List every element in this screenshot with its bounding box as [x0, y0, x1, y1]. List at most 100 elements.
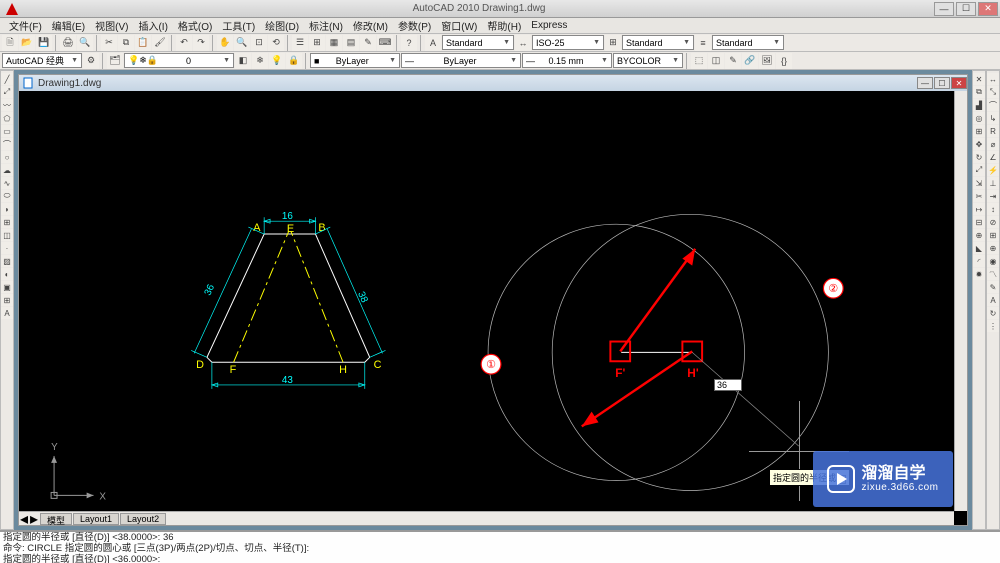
- preview-button[interactable]: 🔍: [77, 35, 93, 51]
- menu-insert[interactable]: 插入(I): [133, 18, 172, 33]
- lineweight-combo[interactable]: — 0.15 mm▼: [522, 53, 612, 68]
- erase-tool[interactable]: ✕: [973, 73, 985, 85]
- dimjogline-tool[interactable]: 〽: [987, 268, 999, 280]
- rectangle-tool[interactable]: ▭: [1, 125, 13, 137]
- command-line[interactable]: 指定圆的半径或 [直径(D)] <38.0000>: 36 命令: CIRCLE…: [0, 530, 1000, 563]
- menu-express[interactable]: Express: [526, 20, 572, 31]
- layer-props-button[interactable]: 🗂: [107, 53, 123, 69]
- layer-freeze-button[interactable]: ❄: [252, 53, 268, 69]
- designcenter-button[interactable]: ⊞: [309, 35, 325, 51]
- menu-window[interactable]: 窗口(W): [436, 18, 482, 33]
- dimlinear-tool[interactable]: ↔: [987, 73, 999, 85]
- minimize-button[interactable]: —: [934, 2, 954, 16]
- explode-tool[interactable]: ✹: [973, 268, 985, 280]
- arc-tool[interactable]: ⌒: [1, 138, 13, 150]
- ellipse-tool[interactable]: ⬭: [1, 190, 13, 202]
- layout-tab-2[interactable]: Layout2: [120, 513, 166, 525]
- open-button[interactable]: 📂: [19, 35, 35, 51]
- redo-button[interactable]: ↷: [193, 35, 209, 51]
- stretch-tool[interactable]: ⇲: [973, 177, 985, 189]
- ellipse-arc-tool[interactable]: ◗: [1, 203, 13, 215]
- block-create-button[interactable]: ◫: [708, 53, 724, 69]
- gradient-tool[interactable]: ◐: [1, 268, 13, 280]
- maximize-button[interactable]: ☐: [956, 2, 976, 16]
- canvas-horizontal-scrollbar[interactable]: ◂▸ 模型 Layout1 Layout2: [19, 511, 954, 525]
- layer-lock-button[interactable]: 🔒: [286, 53, 302, 69]
- block-edit-button[interactable]: ✎: [725, 53, 741, 69]
- dynamic-input[interactable]: [714, 379, 742, 391]
- menu-parametric[interactable]: 参数(P): [393, 18, 436, 33]
- menu-modify[interactable]: 修改(M): [348, 18, 393, 33]
- diminspect-tool[interactable]: ◉: [987, 255, 999, 267]
- tablestyle-icon[interactable]: ⊞: [605, 35, 621, 51]
- copy-tool[interactable]: ⧉: [973, 86, 985, 98]
- dimradius-tool[interactable]: R: [987, 125, 999, 137]
- menu-file[interactable]: 文件(F): [4, 18, 47, 33]
- break-tool[interactable]: ⊟: [973, 216, 985, 228]
- dimaligned-tool[interactable]: ⤡: [987, 86, 999, 98]
- dimbreak-tool[interactable]: ⊘: [987, 216, 999, 228]
- line-tool[interactable]: ╱: [1, 73, 13, 85]
- layer-iso-button[interactable]: ◧: [235, 53, 251, 69]
- array-tool[interactable]: ⊞: [973, 125, 985, 137]
- save-button[interactable]: 💾: [36, 35, 52, 51]
- make-block-tool[interactable]: ◫: [1, 229, 13, 241]
- pan-button[interactable]: ✋: [217, 35, 233, 51]
- workspace-settings-icon[interactable]: ⚙: [83, 53, 99, 69]
- drawing-canvas[interactable]: A B C D E F H 16 36: [19, 91, 967, 525]
- menu-view[interactable]: 视图(V): [90, 18, 133, 33]
- trim-tool[interactable]: ✂: [973, 190, 985, 202]
- plotstyle-combo[interactable]: BYCOLOR▼: [613, 53, 683, 68]
- dimedit-tool[interactable]: ✎: [987, 281, 999, 293]
- matchprop-button[interactable]: 🖌: [152, 35, 168, 51]
- markup-button[interactable]: ✎: [360, 35, 376, 51]
- sheetset-button[interactable]: ▤: [343, 35, 359, 51]
- dimupdate-tool[interactable]: ↻: [987, 307, 999, 319]
- dimquick-tool[interactable]: ⚡: [987, 164, 999, 176]
- mirror-tool[interactable]: ▟: [973, 99, 985, 111]
- dimangular-tool[interactable]: ∠: [987, 151, 999, 163]
- cut-button[interactable]: ✂: [101, 35, 117, 51]
- menu-help[interactable]: 帮助(H): [482, 18, 526, 33]
- tolerance-tool[interactable]: ⊞: [987, 229, 999, 241]
- menu-dimension[interactable]: 标注(N): [304, 18, 348, 33]
- layer-off-button[interactable]: 💡: [269, 53, 285, 69]
- extend-tool[interactable]: ↦: [973, 203, 985, 215]
- dimstyle-icon[interactable]: ↔: [515, 35, 531, 51]
- dimcontinue-tool[interactable]: ⇥: [987, 190, 999, 202]
- doc-minimize-button[interactable]: —: [917, 77, 933, 89]
- move-tool[interactable]: ✥: [973, 138, 985, 150]
- mlstyle-combo[interactable]: Standard▼: [712, 35, 784, 50]
- region-tool[interactable]: ▣: [1, 281, 13, 293]
- layer-combo[interactable]: 💡❄🔒0▼: [124, 53, 234, 68]
- revcloud-tool[interactable]: ☁: [1, 164, 13, 176]
- help-button[interactable]: ?: [401, 35, 417, 51]
- dimstyle-combo[interactable]: ISO-25▼: [532, 35, 604, 50]
- dimdiameter-tool[interactable]: ⌀: [987, 138, 999, 150]
- scale-tool[interactable]: ⤢: [973, 164, 985, 176]
- textstyle-icon[interactable]: A: [425, 35, 441, 51]
- mlstyle-icon[interactable]: ≡: [695, 35, 711, 51]
- menu-tools[interactable]: 工具(T): [217, 18, 260, 33]
- tablestyle-combo[interactable]: Standard▼: [622, 35, 694, 50]
- layout-tab-model[interactable]: 模型: [40, 513, 72, 525]
- dimstyle-tool[interactable]: ⋮: [987, 320, 999, 332]
- properties-button[interactable]: ☰: [292, 35, 308, 51]
- close-button[interactable]: ✕: [978, 2, 998, 16]
- hatch-tool[interactable]: ▨: [1, 255, 13, 267]
- dimtedit-tool[interactable]: A: [987, 294, 999, 306]
- textstyle-combo[interactable]: Standard▼: [442, 35, 514, 50]
- zoom-window-button[interactable]: ⊡: [251, 35, 267, 51]
- xline-tool[interactable]: ⤢: [1, 86, 13, 98]
- dimbaseline-tool[interactable]: ⊥: [987, 177, 999, 189]
- workspace-combo[interactable]: AutoCAD 经典▼: [2, 53, 82, 68]
- doc-close-button[interactable]: ✕: [951, 77, 967, 89]
- dimarc-tool[interactable]: ⌒: [987, 99, 999, 111]
- menu-format[interactable]: 格式(O): [173, 18, 217, 33]
- copy-button[interactable]: ⧉: [118, 35, 134, 51]
- offset-tool[interactable]: ◎: [973, 112, 985, 124]
- circle-tool[interactable]: ○: [1, 151, 13, 163]
- xref-button[interactable]: 🔗: [742, 53, 758, 69]
- rotate-tool[interactable]: ↻: [973, 151, 985, 163]
- dimspace-tool[interactable]: ↕: [987, 203, 999, 215]
